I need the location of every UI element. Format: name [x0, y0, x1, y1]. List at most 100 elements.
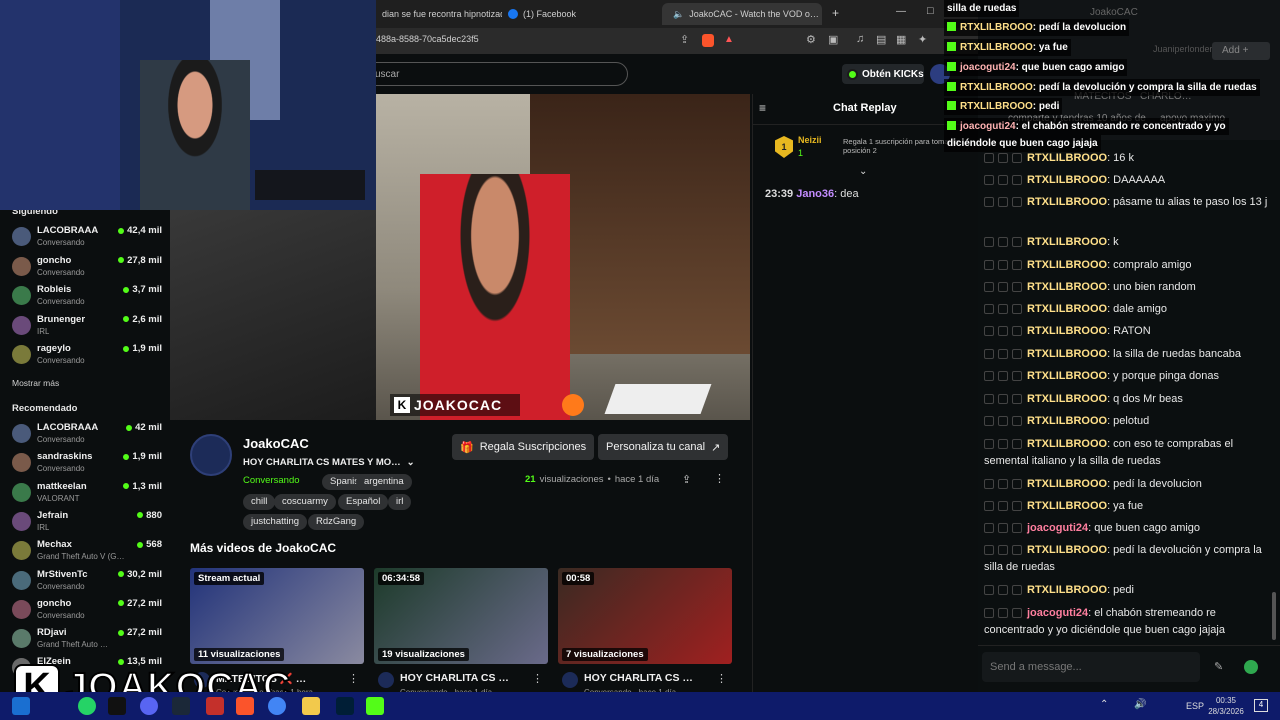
sidebar-channel-item[interactable]: MrStivenTc Conversando 30,2 mil: [12, 568, 162, 596]
tag-pill[interactable]: Español: [338, 494, 389, 510]
chat-username[interactable]: RTXLILBROOO: [1027, 438, 1107, 450]
chat-username[interactable]: RTXLILBROOO: [1027, 174, 1107, 186]
pin-icon[interactable]: [1012, 439, 1022, 450]
flag-icon[interactable]: [984, 394, 994, 405]
chat-username[interactable]: RTXLILBROOO: [1027, 370, 1107, 382]
pin-icon[interactable]: [1012, 153, 1022, 164]
minimize-icon[interactable]: —: [896, 6, 906, 17]
pin-icon[interactable]: [1012, 394, 1022, 405]
message-action-icons[interactable]: [984, 523, 1022, 534]
reply-icon[interactable]: [998, 416, 1008, 427]
chrome-icon[interactable]: [268, 697, 286, 715]
chat-username[interactable]: RTXLILBROOO: [1027, 393, 1107, 405]
message-action-icons[interactable]: [984, 371, 1022, 382]
message-action-icons[interactable]: [984, 479, 1022, 490]
message-action-icons[interactable]: [984, 501, 1022, 512]
card-channel-avatar[interactable]: [562, 672, 578, 688]
message-action-icons[interactable]: [984, 326, 1022, 337]
file-explorer-icon[interactable]: [302, 697, 320, 715]
chat-username[interactable]: RTXLILBROOO: [1027, 281, 1107, 293]
address-bar[interactable]: 488a-8588-70ca5dec23f5 ⇪ ▲ ⚙ ▣ ♫ ▤ ▦ ✦: [376, 28, 980, 54]
leo-icon[interactable]: ✦: [918, 33, 927, 46]
discord-icon[interactable]: [140, 697, 158, 715]
tag-pill[interactable]: justchatting: [243, 514, 308, 530]
message-action-icons[interactable]: [984, 282, 1022, 293]
video-card-title[interactable]: HOY CHARLITA CS …: [400, 672, 509, 684]
brave-shield-icon[interactable]: [702, 34, 714, 47]
reply-icon[interactable]: [998, 394, 1008, 405]
reply-icon[interactable]: [998, 304, 1008, 315]
sidebar-channel-item[interactable]: rageylo Conversando 1,9 mil: [12, 342, 162, 370]
reply-icon[interactable]: [998, 197, 1008, 208]
send-icon[interactable]: [1244, 660, 1258, 674]
pin-icon[interactable]: [1012, 197, 1022, 208]
tiktok-icon[interactable]: [108, 697, 126, 715]
flag-icon[interactable]: [984, 545, 994, 556]
sidebar-channel-item[interactable]: Brunenger IRL 2,6 mil: [12, 313, 162, 341]
video-card-thumbnail[interactable]: 06:34:58 19 visualizaciones: [374, 568, 548, 664]
pin-icon[interactable]: [1012, 416, 1022, 427]
chat-username[interactable]: RTXLILBROOO: [1027, 415, 1107, 427]
chat-username[interactable]: RTXLILBROOO: [1027, 259, 1107, 271]
tag-pill[interactable]: argentina: [356, 474, 412, 490]
video-card-title[interactable]: HOY CHARLITA CS …: [584, 672, 693, 684]
extensions-icon[interactable]: ⚙: [806, 33, 816, 46]
pin-icon[interactable]: [1012, 545, 1022, 556]
flag-icon[interactable]: [984, 175, 994, 186]
message-action-icons[interactable]: [984, 197, 1022, 208]
reply-icon[interactable]: [998, 439, 1008, 450]
reply-icon[interactable]: [998, 237, 1008, 248]
reply-icon[interactable]: [998, 260, 1008, 271]
chat-username[interactable]: RTXLILBROOO: [1027, 303, 1107, 315]
reply-icon[interactable]: [998, 282, 1008, 293]
url-text[interactable]: 488a-8588-70ca5dec23f5: [376, 34, 479, 44]
flag-icon[interactable]: [984, 349, 994, 360]
category-link[interactable]: Conversando: [243, 475, 300, 486]
chat-username[interactable]: RTXLILBROOO: [1027, 544, 1107, 556]
reply-icon[interactable]: [998, 371, 1008, 382]
customize-channel-button[interactable]: Personaliza tu canal ↗: [598, 434, 729, 460]
reply-icon[interactable]: [998, 479, 1008, 490]
share-icon[interactable]: ⇪: [680, 33, 689, 46]
maximize-icon[interactable]: □: [927, 5, 934, 17]
chat-username[interactable]: RTXLILBROOO: [1027, 196, 1107, 208]
message-action-icons[interactable]: [984, 585, 1022, 596]
pin-icon[interactable]: [1012, 349, 1022, 360]
tray-chevron-icon[interactable]: ⌃: [1100, 699, 1108, 710]
pin-icon[interactable]: [1012, 479, 1022, 490]
reply-icon[interactable]: [998, 326, 1008, 337]
chat-username[interactable]: RTXLILBROOO: [1027, 152, 1107, 164]
pin-icon[interactable]: [1012, 608, 1022, 619]
sidebar-channel-item[interactable]: Jefrain IRL 880: [12, 509, 162, 537]
sidebar-channel-item[interactable]: Mechax Grand Theft Auto V (G… 568: [12, 538, 162, 566]
chat-username[interactable]: RTXLILBROOO: [1027, 348, 1107, 360]
message-action-icons[interactable]: [984, 439, 1022, 450]
sidebar-icon[interactable]: ▤: [876, 33, 886, 46]
tag-pill[interactable]: chill: [243, 494, 276, 510]
sidebar-channel-item[interactable]: RDjavi Grand Theft Auto … 27,2 mil: [12, 626, 162, 654]
gift-subs-button[interactable]: 🎁 Regala Suscripciones: [452, 434, 595, 460]
reply-icon[interactable]: [998, 523, 1008, 534]
message-action-icons[interactable]: [984, 608, 1022, 619]
tag-pill[interactable]: coscuarmy: [274, 494, 336, 510]
browser-tab[interactable]: dian se fue recontra hipnotizad…: [376, 3, 502, 25]
sidebar-channel-item[interactable]: goncho Conversando 27,2 mil: [12, 597, 162, 625]
flag-icon[interactable]: [984, 260, 994, 271]
flag-icon[interactable]: [984, 608, 994, 619]
screenshot-icon[interactable]: ▣: [828, 33, 838, 46]
wallet-icon[interactable]: ▦: [896, 33, 906, 46]
chat-username[interactable]: RTXLILBROOO: [1027, 236, 1107, 248]
flag-icon[interactable]: [984, 585, 994, 596]
message-user[interactable]: Jano36: [796, 188, 834, 200]
chat-username[interactable]: joacoguti24: [1027, 522, 1088, 534]
more-options-icon[interactable]: ⋮: [714, 472, 725, 485]
pin-icon[interactable]: [1012, 282, 1022, 293]
message-action-icons[interactable]: [984, 394, 1022, 405]
reply-icon[interactable]: [998, 608, 1008, 619]
flag-icon[interactable]: [984, 479, 994, 490]
tag-pill[interactable]: RdzGang: [308, 514, 365, 530]
photoshop-icon[interactable]: [336, 697, 354, 715]
reply-icon[interactable]: [998, 545, 1008, 556]
card-more-icon[interactable]: ⋮: [532, 672, 543, 685]
chat-scrollbar[interactable]: [1272, 592, 1276, 640]
